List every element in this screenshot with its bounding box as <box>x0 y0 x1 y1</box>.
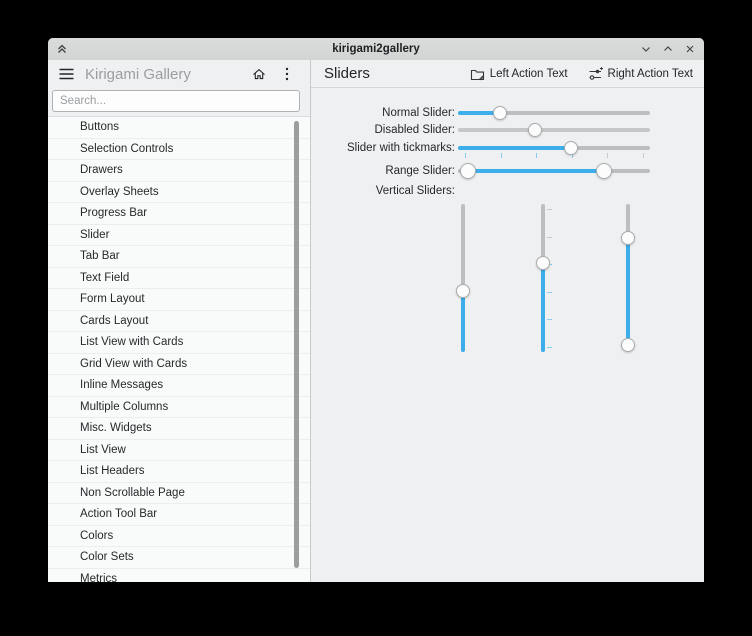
right-action-label: Right Action Text <box>607 67 693 80</box>
disabled-slider-track <box>458 128 650 132</box>
sidebar-item-non-scrollable-page[interactable]: Non Scrollable Page <box>48 483 310 504</box>
left-action-label: Left Action Text <box>489 67 568 80</box>
tickmarks-slider-label: Slider with tickmarks: <box>347 142 455 154</box>
main-panel: Sliders Left Action Text Right Action Te… <box>311 60 704 582</box>
sidebar-item-overlay-sheets[interactable]: Overlay Sheets <box>48 182 310 203</box>
sidebar-item-metrics[interactable]: Metrics <box>48 569 310 582</box>
sidebar-item-misc-widgets[interactable]: Misc. Widgets <box>48 418 310 440</box>
sidebar: Kirigami Gallery ButtonsSelection Contro… <box>48 60 310 582</box>
sidebar-header: Kirigami Gallery <box>48 60 310 88</box>
tickmarks-tick-mark <box>464 153 466 158</box>
window-content: Kirigami Gallery ButtonsSelection Contro… <box>48 60 704 582</box>
minimize-button[interactable] <box>638 41 654 57</box>
page-title: Sliders <box>324 65 370 82</box>
home-button[interactable] <box>250 65 268 83</box>
window-title: kirigami2gallery <box>332 43 420 55</box>
hamburger-menu-icon[interactable] <box>57 65 75 83</box>
vertical-1-slider-fill <box>461 291 465 352</box>
page-header: Sliders Left Action Text Right Action Te… <box>311 60 704 88</box>
search-input[interactable] <box>52 90 300 112</box>
tickmarks-tick-mark <box>643 153 645 158</box>
tickmarks-slider-fill <box>458 146 572 150</box>
sidebar-scrollbar[interactable] <box>294 121 299 568</box>
sidebar-item-progress-bar[interactable]: Progress Bar <box>48 203 310 225</box>
left-action-button[interactable]: Left Action Text <box>467 65 571 83</box>
vertical-sliders-label: Vertical Sliders: <box>375 185 455 197</box>
sliders-area: Normal Slider: Disabled Slider: Slider wit… <box>311 88 704 582</box>
sidebar-item-buttons[interactable]: Buttons <box>48 117 310 139</box>
normal-slider-handle[interactable] <box>493 106 508 120</box>
sidebar-item-multiple-columns[interactable]: Multiple Columns <box>48 397 310 418</box>
sidebar-item-list-view-with-cards[interactable]: List View with Cards <box>48 332 310 354</box>
sidebar-item-color-sets[interactable]: Color Sets <box>48 547 310 569</box>
sidebar-list: Buttons Selection Controls Drawers Overlay … <box>48 116 310 582</box>
vertical-2-ticks-tick-mark <box>547 319 552 321</box>
tickmarks-slider-handle[interactable] <box>564 141 579 155</box>
vertical-2-ticks-tick-mark <box>547 291 552 293</box>
normal-slider-label: Normal Slider: <box>382 107 455 119</box>
sidebar-item-list-headers[interactable]: List Headers <box>48 461 310 483</box>
disabled-slider-handle[interactable] <box>527 123 542 137</box>
sidebar-item-tab-bar[interactable]: Tab Bar <box>48 246 310 268</box>
vertical-3-range-slider-handle-start[interactable] <box>621 231 635 246</box>
vertical-2-ticks-slider-handle[interactable] <box>536 256 550 271</box>
sidebar-item-form-layout[interactable]: Form Layout <box>48 289 310 311</box>
close-button[interactable] <box>682 41 698 57</box>
folder-edit-icon <box>470 67 485 81</box>
range-slider-fill <box>467 169 604 173</box>
vertical-3-range-slider-handle-end[interactable] <box>621 337 635 352</box>
vertical-2-ticks-tick-mark <box>547 209 552 211</box>
maximize-button[interactable] <box>660 41 676 57</box>
vertical-2-ticks-tick-mark <box>547 346 552 348</box>
sidebar-item-inline-messages[interactable]: Inline Messages <box>48 375 310 397</box>
vertical-1-slider-handle[interactable] <box>456 284 470 299</box>
sidebar-item-text-field[interactable]: Text Field <box>48 268 310 289</box>
sidebar-item-slider[interactable]: Slider <box>48 225 310 246</box>
vertical-2-ticks-tick-mark <box>547 236 552 238</box>
vertical-3-range-slider-fill <box>626 238 630 345</box>
tickmarks-tick-mark <box>607 153 609 158</box>
sidebar-item-action-tool-bar[interactable]: Action Tool Bar <box>48 504 310 526</box>
tickmarks-tick-mark <box>500 153 502 158</box>
sidebar-item-cards-layout[interactable]: Cards Layout <box>48 311 310 332</box>
range-slider-handle-start[interactable] <box>459 163 476 179</box>
kebab-menu-button[interactable] <box>278 65 296 83</box>
window-controls <box>638 38 698 60</box>
sidebar-item-list-view[interactable]: List View <box>48 440 310 461</box>
titlebar[interactable]: kirigami2gallery <box>48 38 704 61</box>
sidebar-item-grid-view-with-cards[interactable]: Grid View with Cards <box>48 354 310 375</box>
sidebar-item-selection-controls[interactable]: Selection Controls <box>48 139 310 160</box>
vertical-2-ticks-slider-fill <box>541 263 545 352</box>
app-title: Kirigami Gallery <box>85 65 191 83</box>
sidebar-item-colors[interactable]: Colors <box>48 526 310 547</box>
right-action-button[interactable]: Right Action Text <box>585 65 696 83</box>
sidebar-item-drawers[interactable]: Drawers <box>48 160 310 182</box>
tickmarks-tick-mark <box>536 153 538 158</box>
adjust-sliders-icon <box>588 66 603 81</box>
app-window: kirigami2gallery Kirigami Gallery Search… <box>48 38 704 582</box>
range-slider-handle-end[interactable] <box>595 163 612 179</box>
disabled-slider-label: Disabled Slider: <box>374 124 455 136</box>
range-slider-label: Range Slider: <box>385 165 455 177</box>
